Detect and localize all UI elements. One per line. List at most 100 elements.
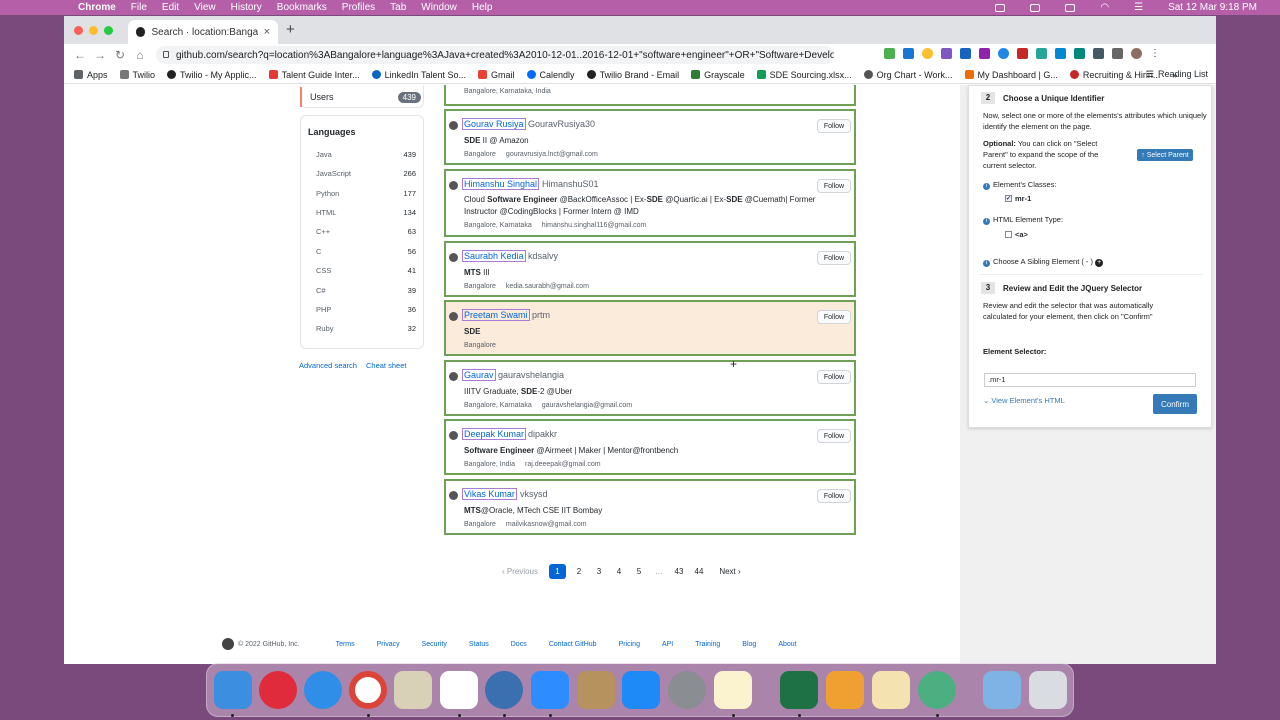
class-checkbox[interactable]: ✓ mr-1 <box>1005 194 1031 203</box>
user-name-link[interactable]: Preetam Swami <box>462 309 530 321</box>
bookmark-sde-sourcing[interactable]: SDE Sourcing.xlsx... <box>756 70 852 80</box>
back-icon[interactable]: ← <box>70 48 90 62</box>
language-filter-php[interactable]: PHP 36 <box>316 305 416 314</box>
extension-icon[interactable] <box>979 48 990 59</box>
menu-history[interactable]: History <box>231 2 262 13</box>
page-1-current[interactable]: 1 <box>549 564 566 579</box>
user-email[interactable]: gouravrusiya.lnct@gmail.com <box>506 151 598 158</box>
app-store-icon[interactable] <box>622 671 660 709</box>
user-name-link[interactable]: Gaurav <box>462 369 496 381</box>
page-43-link[interactable]: 43 <box>669 564 689 579</box>
notes-icon[interactable] <box>714 671 752 709</box>
status-icon[interactable] <box>995 3 1006 12</box>
footer-link-training[interactable]: Training <box>695 641 720 648</box>
user-name-link[interactable]: Himanshu Singhal <box>462 178 540 190</box>
lock-icon[interactable] <box>163 51 169 58</box>
extension-icon[interactable] <box>960 48 971 59</box>
extension-icon[interactable] <box>998 48 1009 59</box>
user-name-link[interactable]: Gourav Rusiya <box>462 118 526 130</box>
control-center-icon[interactable]: ☰ <box>1134 2 1143 13</box>
menu-window[interactable]: Window <box>421 2 457 13</box>
puzzle-icon[interactable] <box>1112 48 1123 59</box>
close-tab-icon[interactable]: × <box>264 26 270 38</box>
avatar[interactable] <box>449 253 458 262</box>
page-5-link[interactable]: 5 <box>629 564 649 579</box>
reload-icon[interactable]: ↻ <box>110 48 130 62</box>
bookmark-twilio[interactable]: Twilio <box>119 70 155 80</box>
bookmark-grayscale[interactable]: Grayscale <box>691 70 745 80</box>
footer-link-pricing[interactable]: Pricing <box>619 641 640 648</box>
trash-icon[interactable] <box>1029 671 1067 709</box>
page-4-link[interactable]: 4 <box>609 564 629 579</box>
zoom-icon[interactable] <box>531 671 569 709</box>
advanced-search-link[interactable]: Advanced search <box>299 361 357 370</box>
network-app-icon[interactable] <box>485 671 523 709</box>
downloads-folder-icon[interactable] <box>983 671 1021 709</box>
checkbox-unchecked-icon[interactable] <box>1005 231 1012 238</box>
bookmark-talent-guide[interactable]: Talent Guide Inter... <box>268 70 360 80</box>
avatar[interactable] <box>449 121 458 130</box>
extension-icon[interactable] <box>1093 48 1104 59</box>
pagination-next[interactable]: Next › <box>713 564 747 579</box>
extension-icon[interactable] <box>1017 48 1028 59</box>
bookmark-gmail[interactable]: Gmail <box>478 70 515 80</box>
system-preferences-icon[interactable] <box>668 671 706 709</box>
language-filter-csharp[interactable]: C# 39 <box>316 286 416 295</box>
select-parent-button[interactable]: ↑ Select Parent <box>1137 149 1193 161</box>
safari-icon[interactable] <box>304 671 342 709</box>
twilio-icon[interactable] <box>259 671 297 709</box>
view-html-toggle[interactable]: ⌄ View Element's HTML <box>983 395 1065 406</box>
reading-list-button[interactable]: ☰ Reading List <box>1146 69 1208 80</box>
follow-button[interactable]: Follow <box>817 251 851 265</box>
page-2-link[interactable]: 2 <box>569 564 589 579</box>
status-icon[interactable] <box>1030 3 1041 12</box>
menu-file[interactable]: File <box>131 2 147 13</box>
footer-link-status[interactable]: Status <box>469 641 489 648</box>
battery-icon[interactable] <box>1065 3 1076 12</box>
selector-input[interactable]: .mr-1 <box>984 373 1196 387</box>
github-logo-icon[interactable] <box>222 638 234 650</box>
avatar[interactable] <box>449 431 458 440</box>
avatar[interactable] <box>449 491 458 500</box>
language-filter-ruby[interactable]: Ruby 32 <box>316 324 416 333</box>
bookmark-twilio-brand[interactable]: Twilio Brand - Email <box>586 70 679 80</box>
close-window-button[interactable] <box>74 26 83 35</box>
extension-icon[interactable] <box>1074 48 1085 59</box>
type-checkbox[interactable]: <a> <box>1005 230 1028 239</box>
follow-button[interactable]: Follow <box>817 370 851 384</box>
contacts-icon[interactable] <box>577 671 615 709</box>
user-name-link[interactable]: Deepak Kumar <box>462 428 527 440</box>
excel-icon[interactable] <box>780 671 818 709</box>
follow-button[interactable]: Follow <box>817 489 851 503</box>
plus-circle-icon[interactable]: + <box>1095 259 1104 267</box>
page-3-link[interactable]: 3 <box>589 564 609 579</box>
avatar[interactable] <box>449 181 458 190</box>
follow-button[interactable]: Follow <box>817 310 851 324</box>
pages-icon[interactable] <box>826 671 864 709</box>
home-icon[interactable]: ⌂ <box>130 48 150 62</box>
user-email[interactable]: gauravshelangia@gmail.com <box>542 402 632 409</box>
menu-view[interactable]: View <box>194 2 216 13</box>
menu-edit[interactable]: Edit <box>162 2 179 13</box>
menu-tab[interactable]: Tab <box>390 2 406 13</box>
follow-button[interactable]: Follow <box>817 119 851 133</box>
scooter-app-icon[interactable] <box>394 671 432 709</box>
wifi-icon[interactable]: ◠ <box>1100 2 1109 13</box>
confirm-button[interactable]: Confirm <box>1153 394 1197 414</box>
forward-icon[interactable]: → <box>90 48 110 62</box>
avatar[interactable] <box>449 312 458 321</box>
menu-app-chrome[interactable]: Chrome <box>78 2 116 13</box>
bookmark-linkedin[interactable]: LinkedIn Talent So... <box>371 70 466 80</box>
maximize-window-button[interactable] <box>104 26 113 35</box>
kebab-menu-icon[interactable]: ⋮ <box>1150 48 1160 59</box>
extension-icon[interactable] <box>903 48 914 59</box>
avatar[interactable] <box>449 372 458 381</box>
language-filter-css[interactable]: CSS 41 <box>316 266 416 275</box>
menu-bookmarks[interactable]: Bookmarks <box>277 2 327 13</box>
address-bar[interactable]: github.com/search?q=location%3ABangalore… <box>156 46 834 64</box>
footer-link-privacy[interactable]: Privacy <box>377 641 400 648</box>
language-filter-python[interactable]: Python 177 <box>316 189 416 198</box>
follow-button[interactable]: Follow <box>817 179 851 193</box>
bookmark-dashboard[interactable]: My Dashboard | G... <box>964 70 1058 80</box>
browser-tab[interactable]: Search · location:Bangalore la × <box>128 20 278 44</box>
